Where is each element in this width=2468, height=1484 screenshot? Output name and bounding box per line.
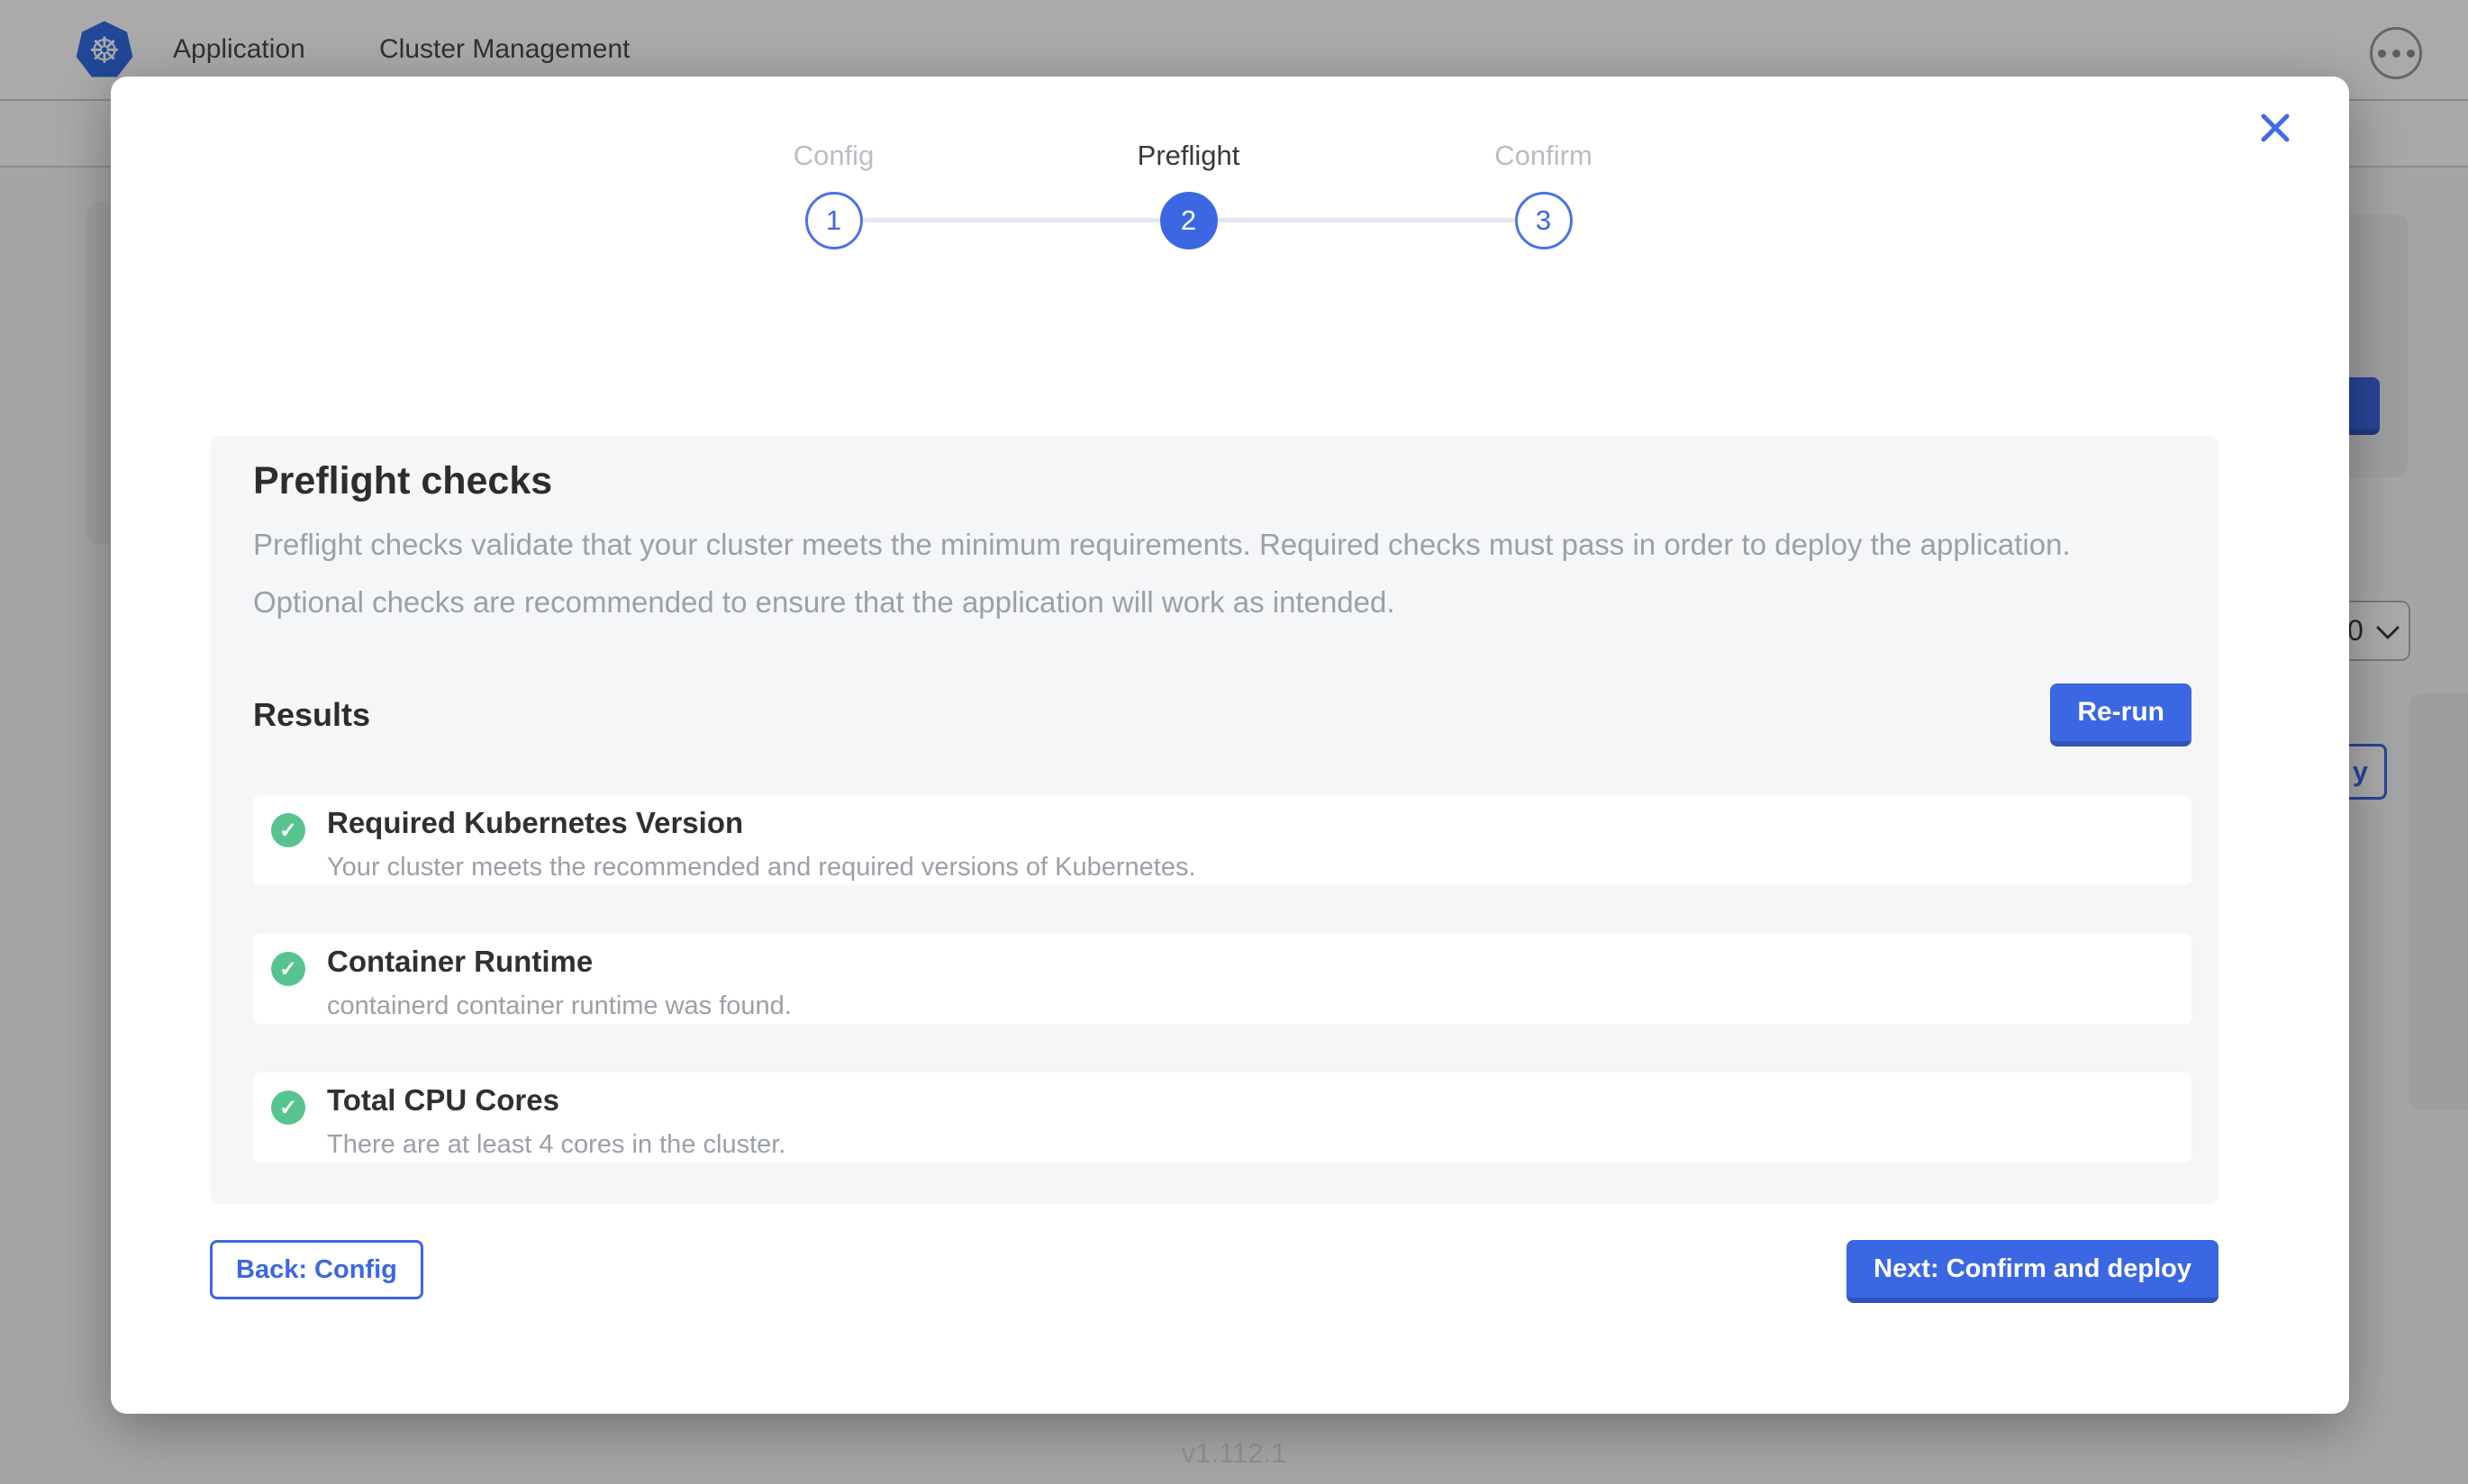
results-row: Results Re-run [253, 683, 2191, 747]
panel-description: Preflight checks validate that your clus… [253, 516, 2118, 631]
check-title: Container Runtime [327, 945, 792, 979]
step-label: Confirm [1494, 140, 1592, 172]
back-config-button[interactable]: Back: Config [210, 1240, 423, 1299]
preflight-check-row: ✓ Container Runtime containerd container… [253, 934, 2191, 1024]
modal-footer: Back: Config Next: Confirm and deploy [210, 1240, 2218, 1303]
step-circle: 1 [805, 192, 863, 249]
step-confirm[interactable]: Confirm 3 [1515, 140, 1573, 249]
step-label: Preflight [1138, 140, 1240, 172]
wizard-stepper: Config 1 Preflight 2 Confirm 3 [69, 77, 2308, 249]
check-pass-icon: ✓ [271, 952, 305, 986]
preflight-check-row: ✓ Required Kubernetes Version Your clust… [253, 795, 2191, 885]
step-config[interactable]: Config 1 [805, 140, 863, 249]
stepper-connector [863, 218, 1160, 222]
step-circle: 3 [1515, 192, 1573, 249]
check-pass-icon: ✓ [271, 1090, 305, 1125]
check-detail: Your cluster meets the recommended and r… [327, 853, 1196, 882]
screen: ☸ Application Cluster Management 0 [0, 0, 2468, 1484]
step-label: Config [794, 140, 875, 172]
rerun-button[interactable]: Re-run [2050, 683, 2191, 747]
panel-title: Preflight checks [253, 459, 2191, 503]
results-heading: Results [253, 696, 370, 734]
check-title: Total CPU Cores [327, 1083, 785, 1118]
check-pass-icon: ✓ [271, 813, 305, 847]
step-circle: 2 [1160, 192, 1218, 249]
check-title: Required Kubernetes Version [327, 806, 1196, 840]
next-confirm-deploy-button[interactable]: Next: Confirm and deploy [1846, 1240, 2218, 1303]
check-detail: There are at least 4 cores in the cluste… [327, 1130, 785, 1160]
preflight-modal: Config 1 Preflight 2 Confirm 3 Preflight… [111, 77, 2349, 1414]
stepper-connector [1218, 218, 1515, 222]
check-detail: containerd container runtime was found. [327, 991, 792, 1021]
step-preflight[interactable]: Preflight 2 [1160, 140, 1218, 249]
preflight-check-row: ✓ Total CPU Cores There are at least 4 c… [253, 1072, 2191, 1163]
preflight-panel: Preflight checks Preflight checks valida… [210, 436, 2218, 1204]
